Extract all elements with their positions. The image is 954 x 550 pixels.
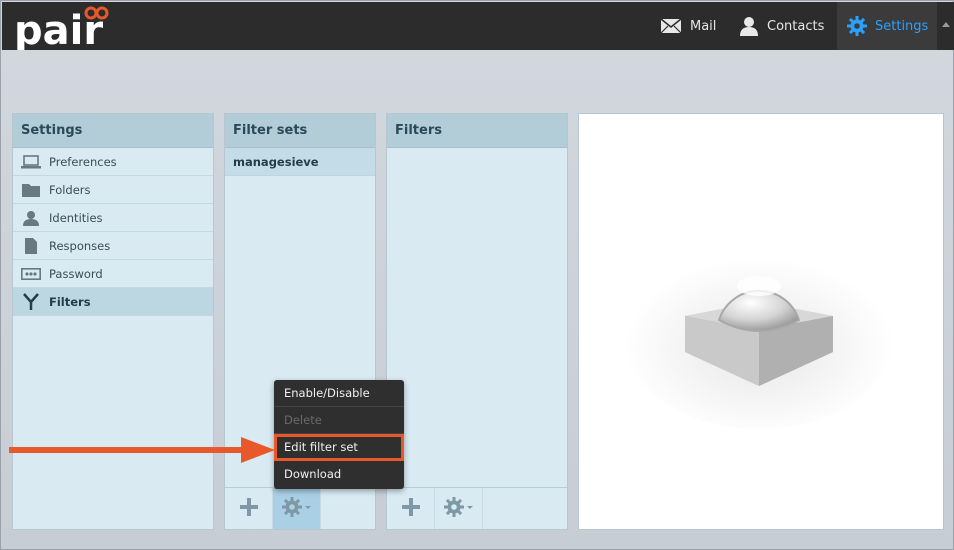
settings-item-label: Folders xyxy=(49,182,91,197)
filters-panel-title: Filters xyxy=(387,114,567,148)
person-icon xyxy=(739,16,759,36)
logo-text: pair xyxy=(14,8,103,50)
filter-icon xyxy=(13,292,49,311)
settings-item-label: Identities xyxy=(49,210,103,225)
settings-item-label: Password xyxy=(49,266,103,281)
menu-item-enable-disable[interactable]: Enable/Disable xyxy=(274,380,404,407)
nav-contacts[interactable]: Contacts xyxy=(739,2,831,50)
nav-contacts-label: Contacts xyxy=(767,18,825,34)
settings-item-responses[interactable]: Responses xyxy=(13,232,213,260)
filter-sets-footer xyxy=(225,487,375,529)
app-window: pair Mail Contacts Settings Settings Pre… xyxy=(0,0,954,550)
plus-icon xyxy=(239,497,258,520)
gear-icon xyxy=(281,496,312,521)
menu-item-delete: Delete xyxy=(274,407,404,434)
nav-mail-label: Mail xyxy=(690,18,717,34)
filter-actions-button[interactable] xyxy=(435,488,483,529)
pair-logo: pair xyxy=(14,2,124,54)
annotation-arrow xyxy=(9,437,277,471)
settings-item-identities[interactable]: Identities xyxy=(13,204,213,232)
filter-set-actions-menu: Enable/Disable Delete Edit filter set Do… xyxy=(274,380,404,489)
settings-item-label: Filters xyxy=(49,294,91,309)
filters-panel: Filters xyxy=(386,113,568,530)
laptop-icon xyxy=(13,154,49,169)
nav-settings[interactable]: Settings xyxy=(837,2,937,50)
settings-item-folders[interactable]: Folders xyxy=(13,176,213,204)
top-bar: pair Mail Contacts Settings xyxy=(2,2,954,54)
folder-icon xyxy=(13,183,49,197)
settings-item-password[interactable]: Password xyxy=(13,260,213,288)
plus-icon xyxy=(401,497,420,520)
nav-mail[interactable]: Mail xyxy=(660,2,730,50)
gear-icon xyxy=(443,496,474,521)
menu-item-edit-filter-set[interactable]: Edit filter set xyxy=(274,434,404,461)
filter-set-item[interactable]: managesieve xyxy=(225,148,375,176)
filters-footer xyxy=(387,487,567,529)
settings-item-label: Preferences xyxy=(49,154,117,169)
roundcube-watermark xyxy=(619,234,899,438)
settings-item-filters[interactable]: Filters xyxy=(13,288,213,316)
preview-pane xyxy=(578,113,944,530)
filter-set-actions-button[interactable] xyxy=(273,488,321,529)
person-icon xyxy=(13,210,49,226)
password-icon xyxy=(13,267,49,280)
chevron-up-icon[interactable] xyxy=(942,22,950,27)
filter-sets-panel-title: Filter sets xyxy=(225,114,375,148)
gear-icon xyxy=(847,16,867,36)
settings-item-preferences[interactable]: Preferences xyxy=(13,148,213,176)
menu-item-download[interactable]: Download xyxy=(274,461,404,488)
nav-settings-label: Settings xyxy=(875,18,929,34)
add-filter-button[interactable] xyxy=(387,488,435,529)
envelope-icon xyxy=(660,18,682,34)
add-filter-set-button[interactable] xyxy=(225,488,273,529)
settings-item-label: Responses xyxy=(49,238,111,253)
settings-panel-title: Settings xyxy=(13,114,213,148)
document-icon xyxy=(13,237,49,254)
